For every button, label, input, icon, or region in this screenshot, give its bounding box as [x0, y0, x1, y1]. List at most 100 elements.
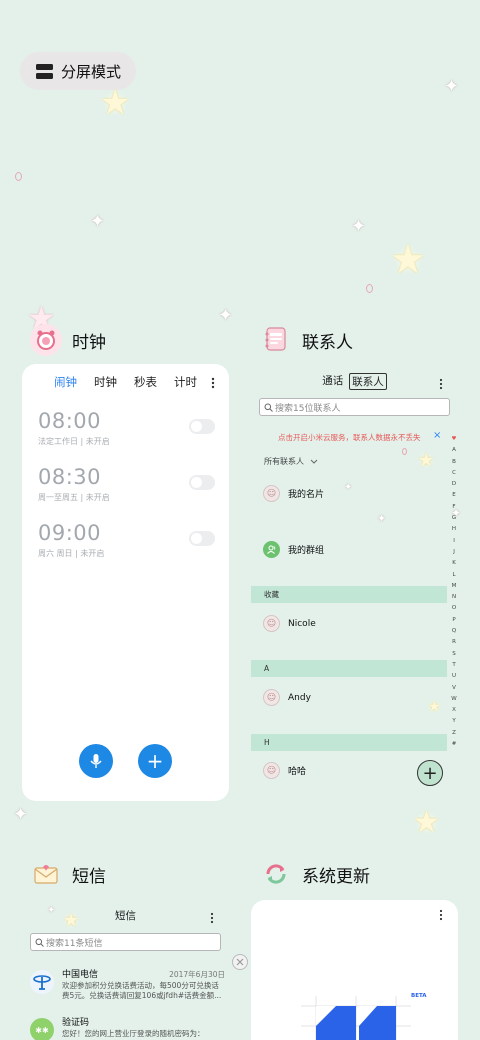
ring-decoration-icon	[366, 284, 373, 293]
alphabet-index-letter[interactable]: U	[451, 671, 457, 682]
alphabet-index-letter[interactable]: ♥	[451, 434, 457, 445]
alphabet-index-letter[interactable]: Y	[451, 716, 457, 727]
contact-row[interactable]: ☺ Andy	[263, 689, 311, 706]
clock-app-icon	[30, 324, 62, 356]
contacts-tab-bar: 通话 联系人	[251, 373, 458, 390]
alphabet-index-letter[interactable]: #	[451, 739, 457, 750]
contacts-filter-dropdown[interactable]: 所有联系人	[264, 456, 318, 467]
alphabet-index-letter[interactable]: F	[451, 502, 457, 513]
alarm-toggle[interactable]	[189, 419, 215, 434]
alphabet-index-letter[interactable]: N	[451, 592, 457, 603]
contacts-app-header[interactable]: 联系人	[260, 324, 353, 356]
my-groups-label: 我的群组	[288, 546, 325, 556]
my-card-row[interactable]: ☺ 我的名片	[263, 485, 324, 502]
alphabet-index-letter[interactable]: M	[451, 581, 457, 592]
sparkle-decoration-icon: ✦	[90, 211, 106, 232]
sms-app-icon	[30, 858, 62, 890]
contact-name: Nicole	[288, 618, 316, 629]
my-groups-row[interactable]: 我的群组	[263, 541, 324, 558]
sms-thread-item[interactable]: 中国电信 2017年6月30日 欢迎参加积分兑换话费活动，每500分可兑换话 费5…	[30, 970, 225, 1001]
alphabet-index-letter[interactable]: E	[451, 490, 457, 501]
tab-contacts[interactable]: 联系人	[349, 373, 387, 390]
add-alarm-button[interactable]: +	[138, 744, 172, 778]
close-notice-icon[interactable]: ×	[433, 430, 441, 441]
plus-icon: +	[422, 762, 438, 784]
tab-stopwatch[interactable]: 秒表	[134, 374, 157, 390]
sparkle-decoration-icon: ✦	[218, 305, 234, 326]
avatar: ☺	[263, 762, 280, 779]
more-menu-icon[interactable]	[439, 375, 443, 394]
sparkle-decoration-icon: ✦	[351, 216, 367, 237]
search-placeholder: 搜索11条短信	[46, 938, 103, 949]
alarm-item[interactable]: 09:00 周六 周日 | 未开启	[38, 521, 215, 559]
verification-code-avatar-icon: ✱✱	[30, 1018, 54, 1040]
more-menu-icon[interactable]	[211, 374, 215, 393]
alphabet-index-letter[interactable]: R	[451, 637, 457, 648]
alphabet-index-letter[interactable]: A	[451, 445, 457, 456]
alphabet-index-letter[interactable]: D	[451, 479, 457, 490]
alphabet-index-letter[interactable]: O	[451, 603, 457, 614]
alphabet-index-letter[interactable]: T	[451, 660, 457, 671]
update-app-title: 系统更新	[302, 866, 370, 887]
section-header: A	[251, 660, 447, 677]
add-contact-button[interactable]: +	[417, 760, 443, 786]
alarm-repeat: 周六 周日 | 未开启	[38, 549, 105, 558]
contact-name: Andy	[288, 692, 311, 703]
alphabet-index-letter[interactable]: B	[451, 457, 457, 468]
chevron-down-icon	[310, 459, 318, 464]
sms-app-header[interactable]: 短信	[30, 858, 106, 890]
contact-row[interactable]: ☺ Nicole	[263, 615, 316, 632]
tab-clock[interactable]: 时钟	[94, 374, 117, 390]
avatar: ☺	[263, 615, 280, 632]
alphabet-index-letter[interactable]: Z	[451, 728, 457, 739]
clock-app-header[interactable]: 时钟	[30, 324, 106, 356]
alphabet-index[interactable]: ♥ A B C D E F G H I J K L M N O P Q R S T U V W X Y Z #	[451, 434, 457, 750]
sms-date: 2017年6月30日	[169, 970, 225, 979]
alarm-item[interactable]: 08:30 周一至周五 | 未开启	[38, 465, 215, 503]
cloud-service-notice[interactable]: 点击开启小米云服务，联系人数据永不丢失	[278, 432, 421, 443]
tab-timer[interactable]: 计时	[174, 374, 197, 390]
alphabet-index-letter[interactable]: K	[451, 558, 457, 569]
alphabet-index-letter[interactable]: V	[451, 683, 457, 694]
clock-app-window[interactable]: 闹钟 时钟 秒表 计时 08:00 法定工作日 | 未开启 08:30 周一至周…	[22, 364, 229, 801]
alphabet-index-letter[interactable]: C	[451, 468, 457, 479]
search-placeholder: 搜索15位联系人	[275, 403, 341, 414]
sparkle-decoration-icon: ✦	[444, 76, 460, 97]
close-window-button[interactable]	[232, 954, 248, 970]
alarm-repeat: 周一至周五 | 未开启	[38, 493, 110, 502]
update-app-icon	[260, 858, 292, 890]
alarm-toggle[interactable]	[189, 475, 215, 490]
alphabet-index-letter[interactable]: H	[451, 524, 457, 535]
alphabet-index-letter[interactable]: S	[451, 649, 457, 660]
tab-calls[interactable]: 通话	[322, 373, 343, 390]
alphabet-index-letter[interactable]: Q	[451, 626, 457, 637]
contact-name: 哈哈	[288, 767, 307, 777]
alphabet-index-letter[interactable]: P	[451, 615, 457, 626]
section-header: 收藏	[251, 586, 447, 603]
alphabet-index-letter[interactable]: L	[451, 570, 457, 581]
alphabet-index-letter[interactable]: W	[451, 694, 457, 705]
more-menu-icon[interactable]	[210, 909, 214, 928]
contacts-app-window[interactable]: 通话 联系人 搜索15位联系人 点击开启小米云服务，联系人数据永不丢失 × 所有…	[251, 364, 458, 801]
alphabet-index-letter[interactable]: I	[451, 536, 457, 547]
sms-thread-item[interactable]: ✱✱ 验证码 您好！您的网上营业厅登录的随机密码为：	[30, 1018, 225, 1040]
split-screen-icon	[36, 63, 53, 79]
alphabet-index-letter[interactable]: X	[451, 705, 457, 716]
tab-alarm[interactable]: 闹钟	[54, 374, 77, 390]
alarm-time: 08:30	[38, 465, 102, 489]
alphabet-index-letter[interactable]: J	[451, 547, 457, 558]
update-app-window[interactable]: BETA	[251, 900, 458, 1040]
sms-search-input[interactable]: 搜索11条短信	[30, 933, 221, 951]
alarm-item[interactable]: 08:00 法定工作日 | 未开启	[38, 409, 215, 447]
alarm-toggle[interactable]	[189, 531, 215, 546]
voice-alarm-button[interactable]	[79, 744, 113, 778]
group-icon	[263, 541, 280, 558]
contact-row[interactable]: ☺ 哈哈	[263, 762, 306, 779]
star-decoration-icon: ★	[100, 83, 131, 123]
contacts-search-input[interactable]: 搜索15位联系人	[259, 398, 450, 416]
update-app-header[interactable]: 系统更新	[260, 858, 370, 890]
alphabet-index-letter[interactable]: G	[451, 513, 457, 524]
alarm-time: 09:00	[38, 521, 102, 545]
more-menu-icon[interactable]	[439, 906, 443, 925]
sms-app-window[interactable]: 短信 搜索11条短信 中国电信 2017年6月30日 欢迎参加积分兑换话费活动，每…	[22, 898, 229, 1040]
